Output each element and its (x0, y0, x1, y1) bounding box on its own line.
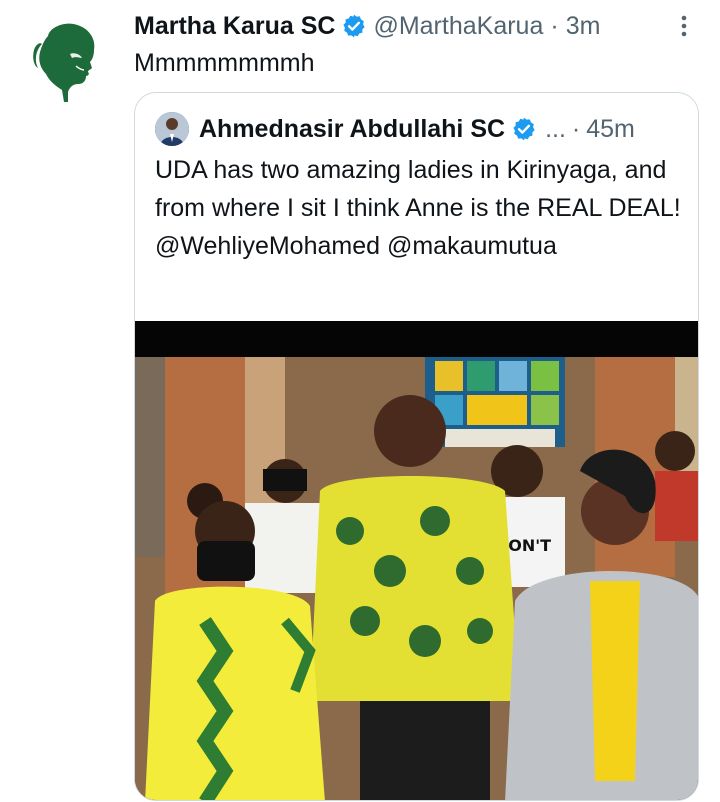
tweet-timestamp[interactable]: 3m (566, 12, 601, 41)
photo-illustration: DON'T (135, 321, 698, 800)
verified-badge-icon (511, 116, 537, 142)
separator-dot: · (550, 11, 559, 40)
quoted-author-name: Ahmednasir Abdullahi SC (199, 114, 506, 143)
tweet-header: Martha Karua SC @MarthaKarua · 3m (134, 8, 700, 44)
profile-silhouette-icon (33, 23, 95, 102)
quoted-author-avatar (155, 112, 189, 146)
tweet-text: Mmmmmmmmh (134, 49, 315, 77)
author-avatar[interactable] (20, 14, 116, 110)
quoted-tweet-header: Ahmednasir Abdullahi SC ... · 45m (155, 111, 678, 147)
quoted-timestamp: 45m (586, 114, 635, 143)
quoted-tweet-photo[interactable]: DON'T (135, 321, 698, 800)
quoted-handle-truncated: ... (545, 114, 566, 143)
author-name[interactable]: Martha Karua SC (134, 12, 335, 41)
more-vert-icon (681, 15, 687, 37)
verified-badge-icon (341, 13, 367, 39)
quoted-tweet-text: UDA has two amazing ladies in Kirinyaga,… (155, 156, 681, 260)
separator-dot: · (571, 114, 581, 143)
quoted-tweet-card[interactable]: Ahmednasir Abdullahi SC ... · 45m UDA ha… (134, 92, 699, 801)
author-handle[interactable]: @MarthaKarua (373, 12, 543, 41)
more-options-button[interactable] (668, 10, 700, 42)
